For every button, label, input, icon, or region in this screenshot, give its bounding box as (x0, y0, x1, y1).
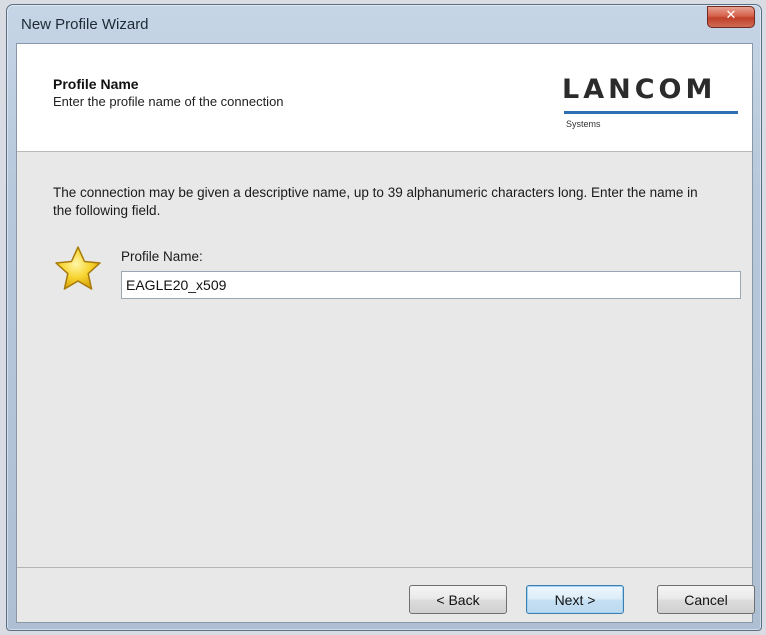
wizard-window: New Profile Wizard ✕ Profile Name Enter … (6, 4, 762, 631)
wizard-client-area: Profile Name Enter the profile name of t… (16, 43, 755, 623)
back-button[interactable]: < Back (409, 585, 507, 614)
next-button[interactable]: Next > (526, 585, 624, 614)
star-icon (53, 244, 103, 294)
profile-name-input[interactable] (121, 271, 741, 299)
description-text: The connection may be given a descriptiv… (53, 185, 698, 218)
footer-divider (17, 567, 752, 568)
title-bar[interactable]: New Profile Wizard ✕ (7, 5, 761, 43)
logo-underline (564, 111, 738, 114)
window-title: New Profile Wizard (21, 16, 149, 33)
wizard-header: Profile Name Enter the profile name of t… (17, 44, 752, 152)
logo-text: LANCOM (562, 74, 717, 105)
close-button[interactable]: ✕ (707, 6, 755, 28)
lancom-logo: LANCOM Systems (562, 74, 742, 134)
logo-subtext: Systems (566, 119, 601, 129)
cancel-button[interactable]: Cancel (657, 585, 755, 614)
close-icon: ✕ (725, 8, 737, 23)
page-title: Profile Name (53, 76, 139, 92)
profile-name-label: Profile Name: (121, 249, 203, 264)
page-subtitle: Enter the profile name of the connection (53, 94, 284, 109)
